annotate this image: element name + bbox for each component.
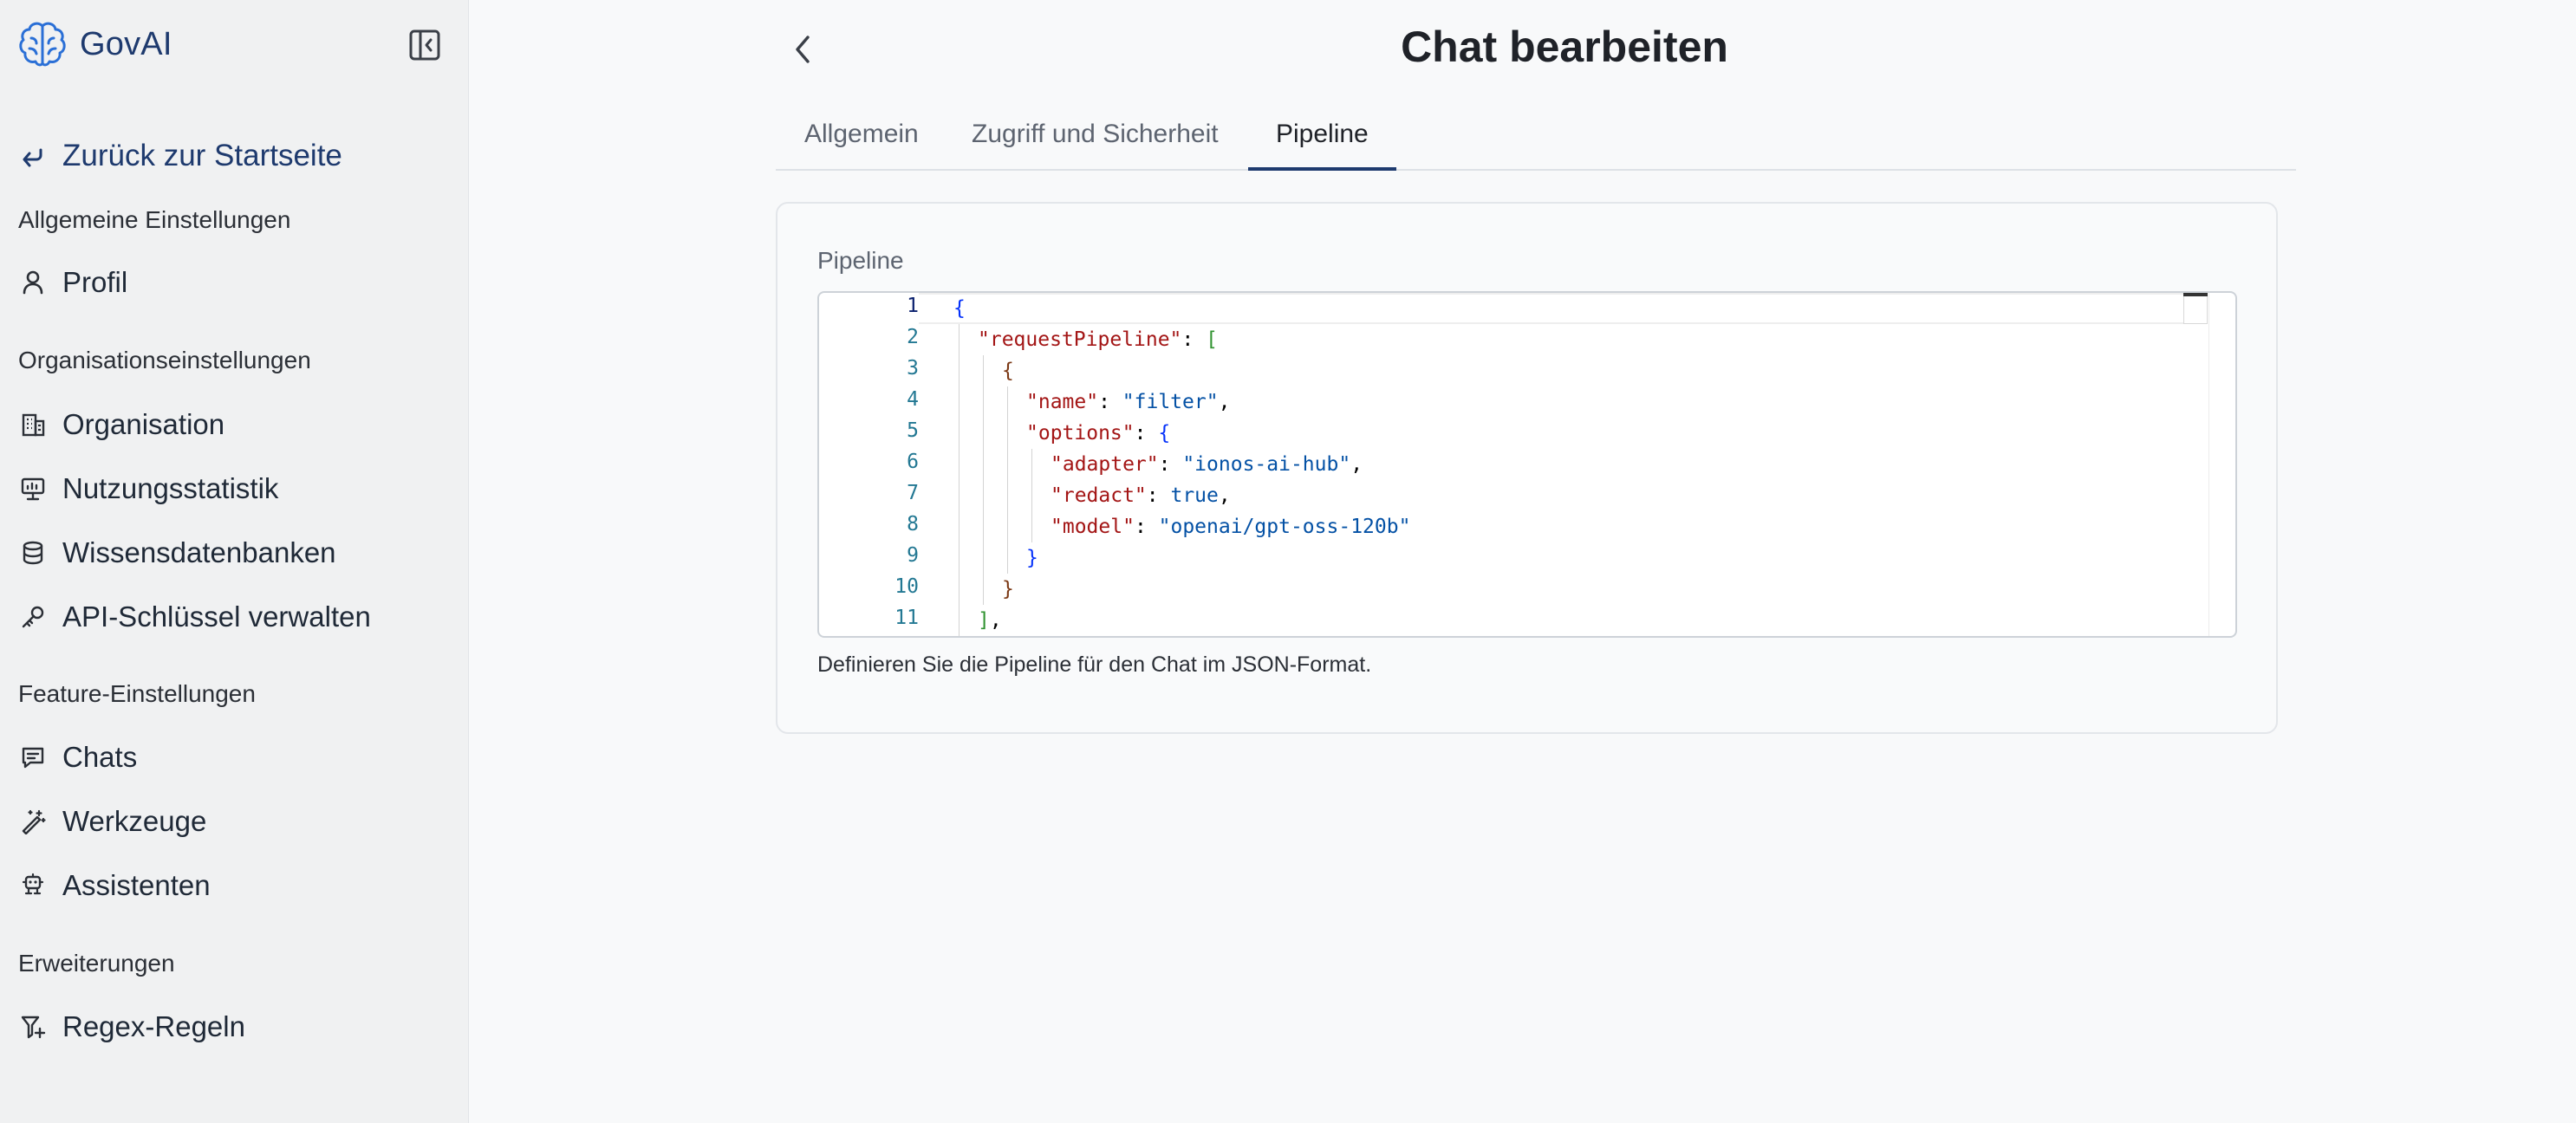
sidebar-item-regex-regeln[interactable]: Regex-Regeln	[17, 1010, 245, 1043]
brand-name: GovAI	[80, 25, 172, 62]
indent-guide	[983, 355, 984, 605]
sidebar-item-werkzeuge[interactable]: Werkzeuge	[17, 805, 206, 838]
pipeline-helper-text: Definieren Sie die Pipeline für den Chat…	[817, 652, 1372, 677]
sidebar-item-profil[interactable]: Profil	[17, 266, 127, 299]
line-number: 1	[907, 295, 919, 317]
section-title-organization: Organisationseinstellungen	[18, 347, 311, 373]
sidebar-collapse-icon	[409, 29, 440, 61]
section-title-general: Allgemeine Einstellungen	[18, 206, 291, 233]
code-line: {	[1002, 360, 1014, 382]
user-icon	[17, 267, 49, 298]
sidebar-item-api-keys[interactable]: API-Schlüssel verwalten	[17, 600, 371, 633]
sidebar-item-wissensdatenbanken[interactable]: Wissensdatenbanken	[17, 536, 336, 569]
line-number: 8	[907, 513, 919, 536]
return-arrow-icon	[17, 140, 49, 172]
pipeline-card: Pipeline 1 2 3 4 5 6 7 8 9 10 11 { "requ…	[776, 202, 2278, 734]
tab-zugriff-und-sicherheit[interactable]: Zugriff und Sicherheit	[972, 120, 1219, 171]
sidebar-item-label: Assistenten	[62, 869, 211, 901]
back-to-home-label: Zurück zur Startseite	[62, 139, 342, 172]
brain-logo-icon	[19, 22, 66, 67]
line-number: 7	[907, 482, 919, 504]
scroll-cursor-marker	[2183, 293, 2208, 296]
code-line: {	[953, 297, 966, 320]
line-number: 3	[907, 357, 919, 380]
sidebar-item-label: Nutzungsstatistik	[62, 472, 279, 504]
sidebar-item-label: API-Schlüssel verwalten	[62, 600, 371, 633]
chat-icon	[17, 742, 49, 773]
json-code-editor[interactable]: 1 2 3 4 5 6 7 8 9 10 11 { "requestPipeli…	[817, 291, 2237, 638]
line-number: 5	[907, 419, 919, 442]
line-number: 10	[894, 575, 919, 598]
sidebar-item-chats[interactable]: Chats	[17, 741, 137, 774]
page-title: Chat bearbeiten	[1401, 23, 1728, 71]
tab-allgemein[interactable]: Allgemein	[804, 120, 919, 171]
brand[interactable]: GovAI	[17, 19, 172, 69]
section-title-extensions: Erweiterungen	[18, 950, 175, 977]
sidebar-item-assistenten[interactable]: Assistenten	[17, 869, 211, 902]
sidebar-item-label: Profil	[62, 266, 128, 298]
presentation-chart-icon	[17, 473, 49, 504]
tab-bar: Allgemein Zugriff und Sicherheit Pipelin…	[776, 113, 2296, 171]
line-number-gutter: 1 2 3 4 5 6 7 8 9 10 11	[819, 293, 919, 636]
code-line: "redact": true,	[1051, 484, 1231, 507]
sidebar-item-label: Regex-Regeln	[62, 1010, 245, 1042]
code-line: "name": "filter",	[1026, 391, 1231, 413]
line-number: 6	[907, 451, 919, 473]
sidebar-item-label: Chats	[62, 741, 138, 773]
chevron-left-icon	[796, 36, 810, 63]
back-to-home-link[interactable]: Zurück zur Startseite	[17, 139, 342, 173]
building-icon	[17, 409, 49, 440]
sidebar: GovAI Zurück zur Startseite Allgemeine E…	[0, 0, 469, 1123]
code-line: }	[1002, 578, 1014, 600]
code-line: "requestPipeline": [	[978, 328, 1218, 351]
code-line: "model": "openai/gpt-oss-120b"	[1051, 516, 1411, 538]
line-number: 9	[907, 544, 919, 567]
indent-guide	[1007, 386, 1008, 574]
editor-scrollbar[interactable]	[2208, 293, 2209, 636]
minimap-viewport[interactable]	[2183, 293, 2208, 324]
pipeline-field-label: Pipeline	[817, 247, 904, 274]
key-icon	[17, 601, 49, 633]
line-number: 4	[907, 388, 919, 411]
code-line: }	[1026, 547, 1038, 569]
code-line: "adapter": "ionos-ai-hub",	[1051, 453, 1363, 476]
robot-icon	[17, 870, 49, 901]
magic-wand-icon	[17, 806, 49, 837]
filter-plus-icon	[17, 1011, 49, 1042]
sidebar-item-label: Organisation	[62, 408, 225, 440]
line-number: 2	[907, 326, 919, 348]
code-area[interactable]: { "requestPipeline": [ { "name": "filter…	[953, 293, 2183, 636]
sidebar-item-nutzungsstatistik[interactable]: Nutzungsstatistik	[17, 472, 278, 505]
database-icon	[17, 537, 49, 568]
code-line: ],	[978, 609, 1002, 632]
code-line: "options": {	[1026, 422, 1171, 445]
sidebar-item-organisation[interactable]: Organisation	[17, 408, 224, 441]
line-number: 11	[894, 607, 919, 629]
sidebar-item-label: Werkzeuge	[62, 805, 207, 837]
indent-guide	[1031, 449, 1032, 542]
back-button[interactable]	[780, 28, 823, 71]
tab-pipeline[interactable]: Pipeline	[1248, 120, 1396, 171]
section-title-features: Feature-Einstellungen	[18, 680, 256, 707]
collapse-sidebar-button[interactable]	[407, 28, 442, 62]
sidebar-item-label: Wissensdatenbanken	[62, 536, 336, 568]
